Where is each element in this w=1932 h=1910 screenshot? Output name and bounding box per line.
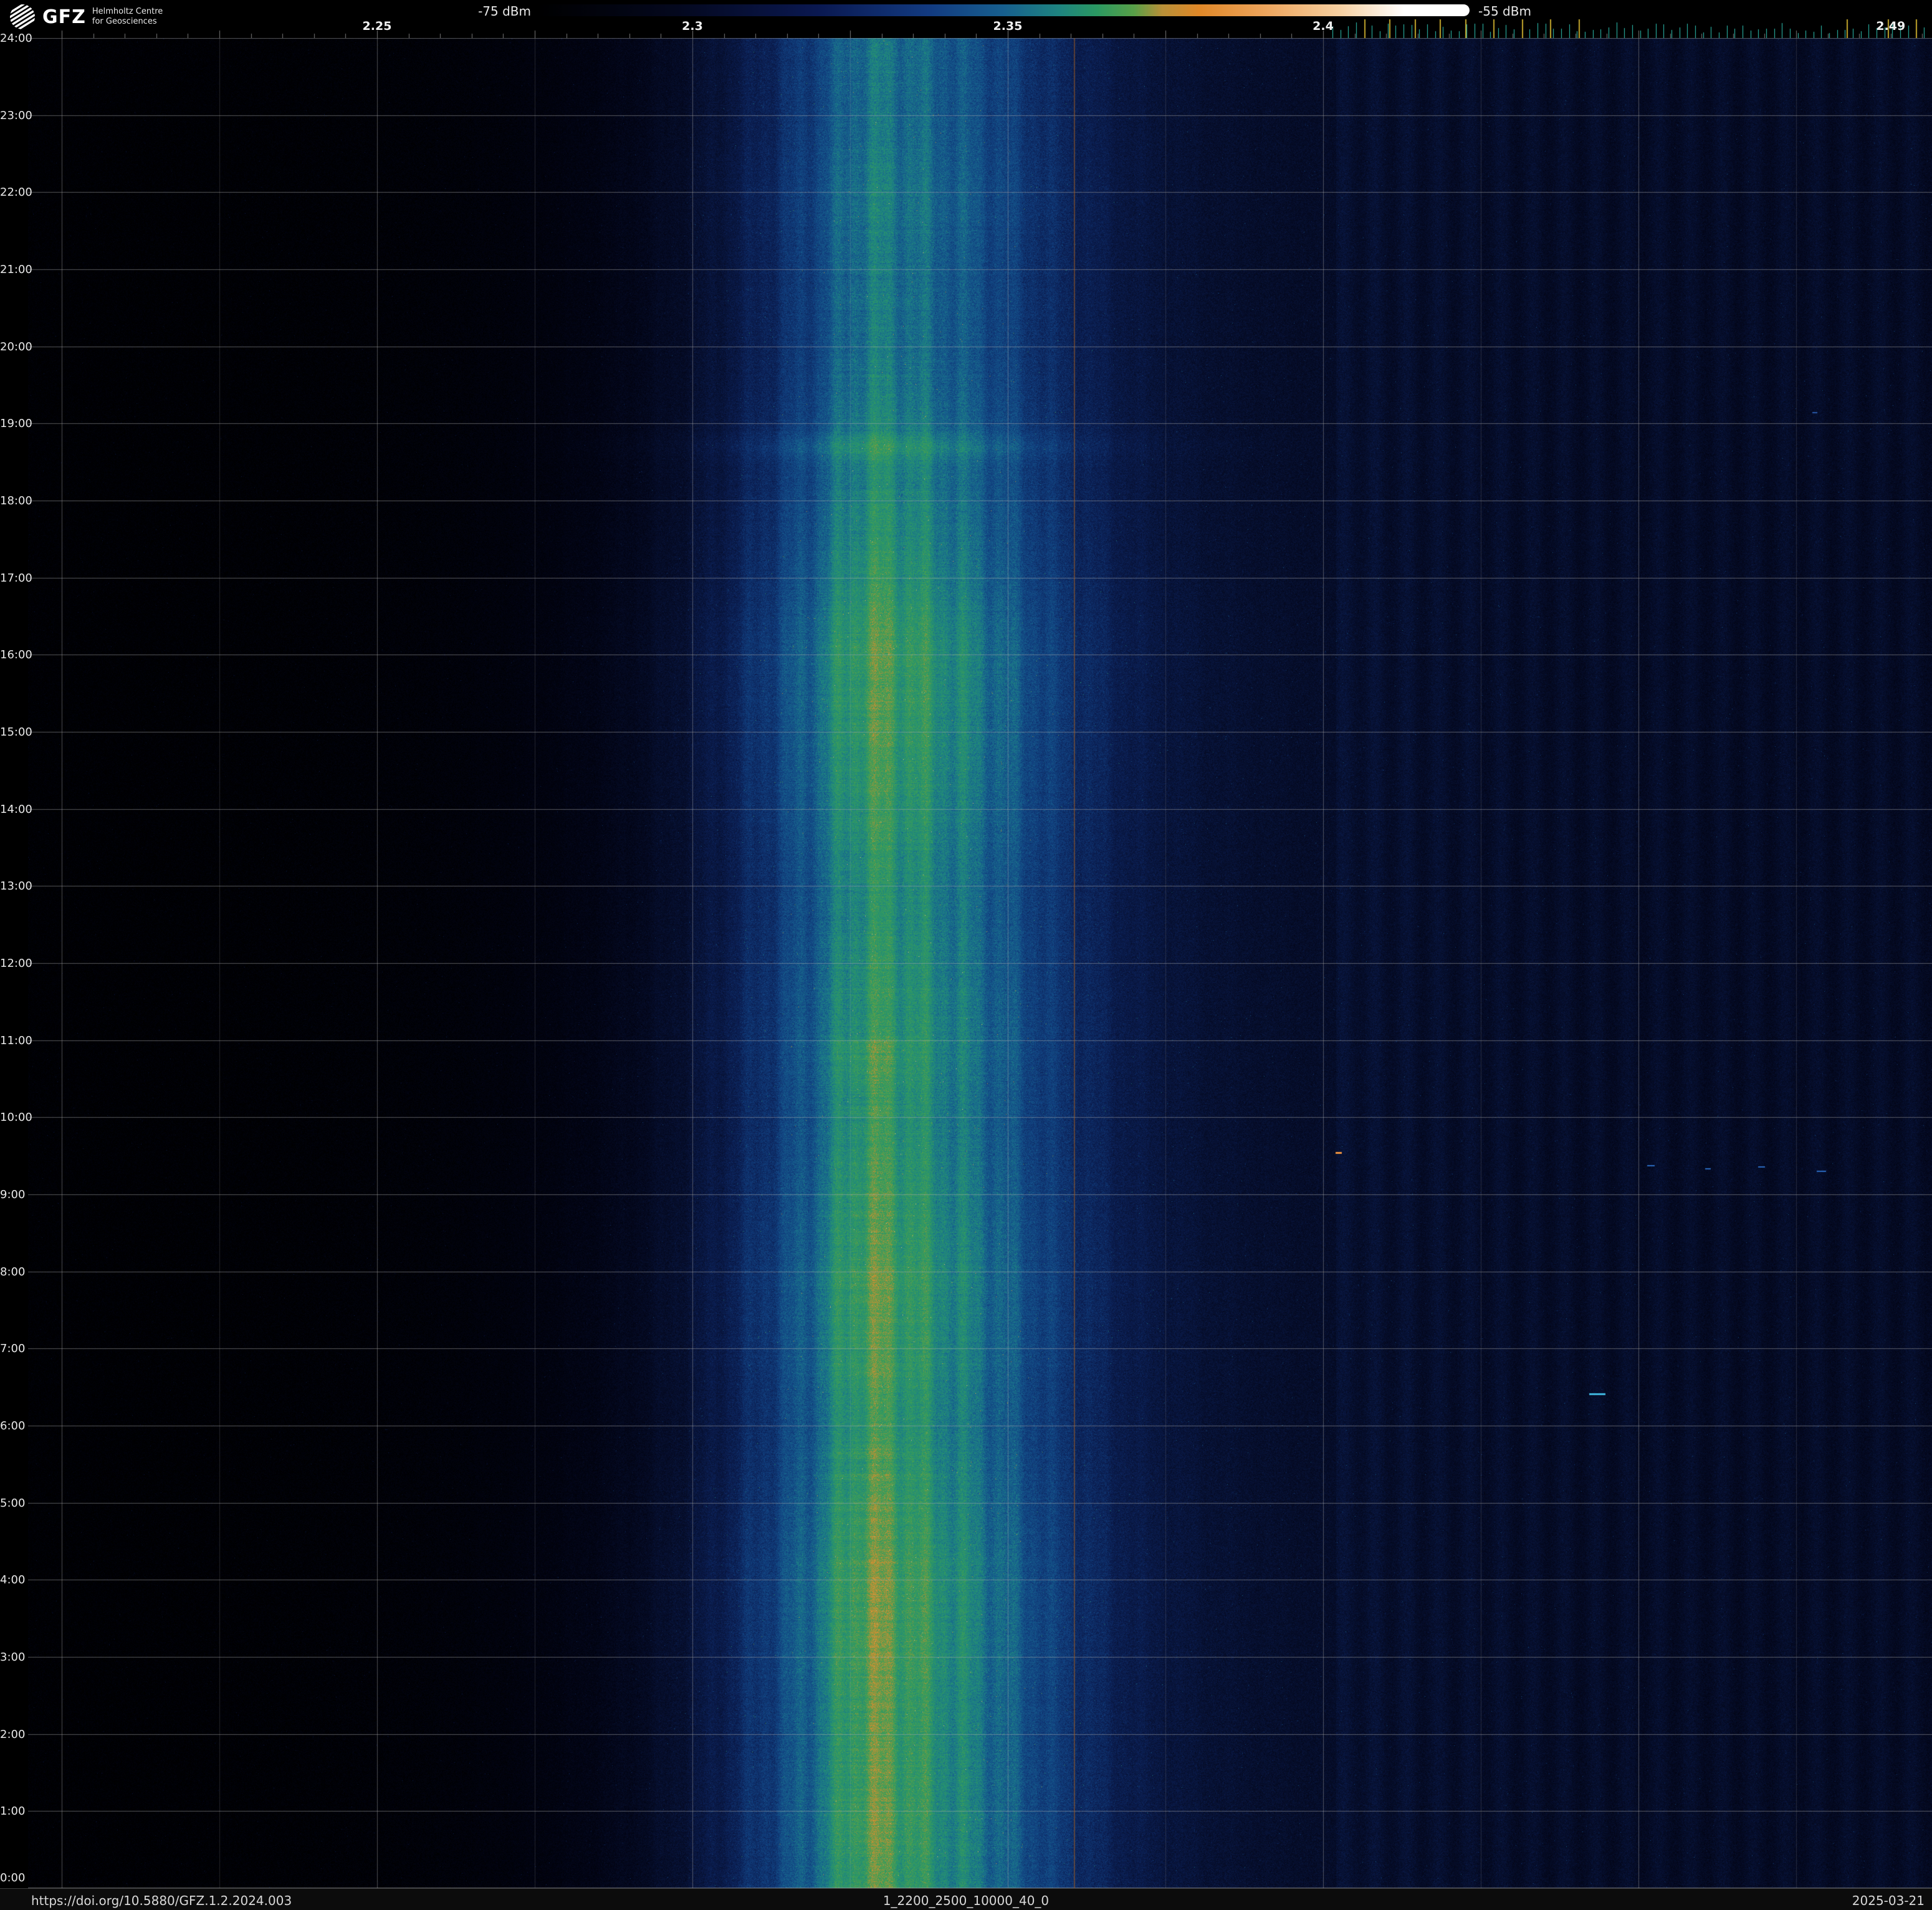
time-axis-label: 3:00 [0,1651,25,1664]
frequency-ticks-canvas [0,17,1932,38]
footer-bar: https://doi.org/10.5880/GFZ.1.2.2024.003… [0,1888,1932,1910]
time-axis-label: 4:00 [0,1573,25,1586]
time-axis-label: 22:00 [0,186,25,199]
freq-axis-label: 2.4 [1298,19,1348,33]
time-axis-label: 16:00 [0,648,25,661]
freq-axis-label: 2.3 [667,19,717,33]
freq-axis-label: 2.49 [1866,19,1916,33]
time-axis-label: 2:00 [0,1728,25,1741]
time-axis-label: 10:00 [0,1111,25,1124]
time-axis-label: 18:00 [0,494,25,507]
spectrogram-canvas [28,38,1932,1888]
time-axis-label: 0:00 [0,1871,25,1884]
time-axis-label: 5:00 [0,1497,25,1510]
time-axis-label: 7:00 [0,1342,25,1355]
time-axis-label: 23:00 [0,109,25,122]
dataset-label: 1_2200_2500_10000_40_0 [0,1893,1932,1908]
colorbar-gradient [537,4,1470,16]
time-axis-label: 12:00 [0,957,25,970]
time-axis-label: 15:00 [0,726,25,739]
time-axis-label: 21:00 [0,263,25,276]
time-axis-label: 6:00 [0,1419,25,1432]
time-axis-label: 9:00 [0,1188,25,1201]
freq-axis-label: 2.25 [352,19,402,33]
time-axis-label: 1:00 [0,1805,25,1818]
time-axis-label: 14:00 [0,803,25,816]
time-axis-label: 8:00 [0,1265,25,1279]
time-axis-label: 13:00 [0,880,25,893]
time-axis-label: 20:00 [0,340,25,353]
time-axis-label: 19:00 [0,417,25,430]
time-axis-label: 17:00 [0,572,25,585]
freq-axis-label: 2.35 [983,19,1033,33]
date-label: 2025-03-21 [1852,1893,1925,1908]
spectrogram-page: GFZ Helmholtz Centre for Geosciences -75… [0,0,1932,1910]
time-axis-label: 11:00 [0,1034,25,1047]
time-axis-label: 24:00 [0,32,25,45]
